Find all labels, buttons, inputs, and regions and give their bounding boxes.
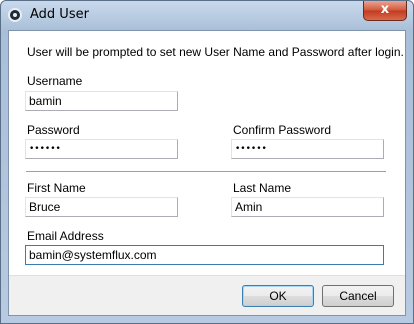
close-icon: x: [380, 2, 390, 17]
first-name-input[interactable]: [25, 197, 178, 217]
last-name-input[interactable]: [231, 197, 384, 217]
info-text: User will be prompted to set new User Na…: [27, 45, 404, 59]
first-name-label: First Name: [27, 181, 86, 195]
email-label: Email Address: [27, 229, 104, 243]
username-input[interactable]: [25, 91, 178, 111]
add-user-dialog: Add User x User will be prompted to set …: [0, 0, 414, 324]
username-label: Username: [27, 74, 83, 88]
app-icon[interactable]: [8, 8, 22, 22]
last-name-label: Last Name: [233, 181, 292, 195]
ok-button[interactable]: OK: [242, 285, 314, 307]
title-bar[interactable]: Add User x: [1, 1, 413, 29]
confirm-password-label: Confirm Password: [233, 123, 332, 137]
dialog-body: User will be prompted to set new User Na…: [8, 30, 406, 316]
form-area: User will be prompted to set new User Na…: [9, 31, 405, 275]
email-input[interactable]: [25, 245, 384, 265]
close-button[interactable]: x: [363, 1, 407, 21]
cancel-button[interactable]: Cancel: [322, 285, 394, 307]
dialog-title: Add User: [30, 7, 89, 22]
separator: [26, 171, 386, 173]
confirm-password-input[interactable]: [231, 139, 384, 159]
password-label: Password: [27, 123, 80, 137]
password-input[interactable]: [25, 139, 178, 159]
button-bar: OK Cancel: [9, 275, 405, 315]
